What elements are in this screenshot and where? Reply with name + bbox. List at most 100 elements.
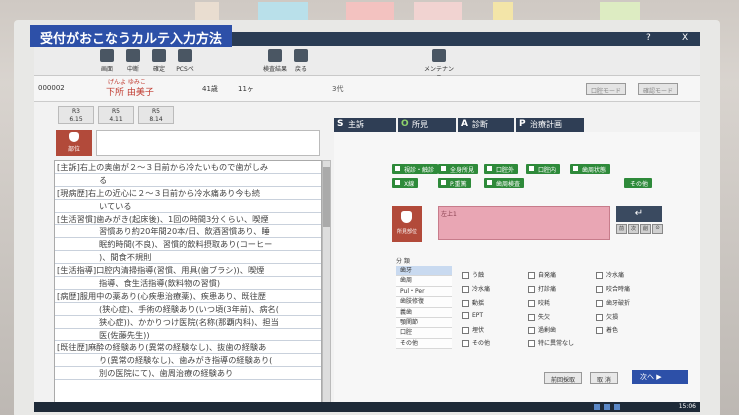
toolbar-screen-button[interactable]: 画面 [94, 49, 120, 73]
finding-p-severe-button[interactable]: P.重篤 [438, 178, 471, 188]
notes-scrollbar[interactable] [322, 160, 331, 412]
enter-key-button[interactable]: ↵ [616, 206, 662, 222]
toolbar-confirm-button[interactable]: 確定 [146, 49, 172, 73]
visit-date[interactable]: R5 4.11 [98, 106, 134, 124]
finding-text-input[interactable]: 左上1 [438, 206, 610, 240]
maintenance-icon [432, 49, 446, 62]
taskbar-app-icon[interactable] [594, 404, 600, 410]
taskbar-app-icon[interactable] [604, 404, 610, 410]
check-item[interactable]: 冷水痛 [596, 270, 624, 279]
check-item[interactable]: 冷水痛 [462, 284, 490, 293]
check-item[interactable]: 歯牙破折 [596, 298, 630, 307]
check-item[interactable]: 失欠 [528, 312, 550, 321]
note-line: [現病歴]右上の近心に２～３日前から冷水痛あり今も続 [55, 187, 321, 200]
confirm-mode-button[interactable]: 確認モード [638, 83, 679, 95]
chevron-right-icon: ▶ [656, 373, 662, 381]
check-item[interactable]: 欠損 [596, 312, 618, 321]
taskbar-app-icon[interactable] [614, 404, 620, 410]
tooth-icon [69, 132, 79, 142]
delete-key[interactable]: 削 [640, 224, 651, 234]
check-item[interactable]: その他 [462, 338, 490, 347]
note-line: いている [55, 200, 321, 213]
monitor-icon [100, 49, 114, 62]
app-screen: ? X 画面 中断 確定 PCSペ 検査結果 戻る メンテナンス 000002 … [34, 32, 700, 412]
monitor-bezel: ? X 画面 中断 確定 PCSペ 検査結果 戻る メンテナンス 000002 … [14, 20, 720, 415]
check-icon [152, 49, 166, 62]
finding-xray-button[interactable]: X線 [392, 178, 419, 188]
category-item[interactable]: 義歯 [396, 307, 452, 318]
printer-icon [268, 49, 282, 62]
note-line: [生活指導]口腔内清掃指導(習慣、用具(歯ブラシ))、喫煙 [55, 264, 321, 278]
tab-p[interactable]: P 治療計画 [516, 118, 584, 132]
check-item[interactable]: う蝕 [462, 270, 484, 279]
check-item[interactable]: 動揺 [462, 298, 484, 307]
patient-generation: 3代 [332, 85, 344, 93]
note-line: 眠約時間(不良)、習慣的飲料摂取あり(コーヒー [55, 238, 321, 252]
toolbar-pause-button[interactable]: 中断 [120, 49, 146, 73]
category-item[interactable]: 歯周 [396, 276, 452, 287]
tab-o[interactable]: O 所見 [398, 118, 456, 132]
scroll-thumb[interactable] [323, 167, 330, 227]
check-item[interactable]: 咬耗 [528, 298, 550, 307]
cancel-button[interactable]: 取 消 [590, 372, 618, 384]
finding-other-button[interactable]: その他 [624, 178, 653, 188]
category-item[interactable]: 顎関節 [396, 317, 452, 329]
help-button[interactable]: ? [646, 33, 651, 43]
note-line: 狭心症))、かかりつけ医院(名称(那覇内科)、担当 [55, 316, 321, 329]
finding-extraoral-button[interactable]: 口腔外 [484, 164, 519, 174]
category-item[interactable]: 口腔 [396, 328, 452, 339]
toolbar-back-button[interactable]: 戻る [288, 49, 314, 73]
visit-date[interactable]: R3 6.15 [58, 106, 94, 124]
check-item[interactable]: 自発痛 [528, 270, 556, 279]
toolbar: 画面 中断 確定 PCSペ 検査結果 戻る メンテナンス [34, 46, 700, 82]
category-item[interactable]: Pul・Per [396, 286, 452, 298]
tooth-icon [401, 211, 412, 223]
check-item[interactable]: 打診痛 [528, 284, 556, 293]
patient-age: 41歳 [202, 85, 218, 93]
tooth-site-field[interactable] [96, 130, 320, 156]
check-item[interactable]: 着色 [596, 325, 618, 334]
check-item[interactable]: EPT [462, 312, 483, 319]
check-item[interactable]: 過剰歯 [528, 325, 556, 334]
video-caption: 受付がおこなうカルテ入力方法 [30, 25, 233, 47]
finding-periodontal-button[interactable]: 歯周状態 [570, 164, 611, 174]
note-line: [生活習慣]歯みがき(起床後)、1回の時間3分くらい、喫煙 [55, 213, 321, 226]
note-line: 習慣あり約20年間20本/日、飲酒習慣あり、睡 [55, 225, 321, 239]
patient-id: 000002 [38, 84, 65, 92]
tab-a[interactable]: A 診断 [458, 118, 514, 132]
finding-site-button[interactable]: 所見部位 [392, 206, 422, 242]
check-item[interactable]: 咬合時痛 [596, 284, 630, 293]
close-button[interactable]: X [682, 33, 688, 43]
finding-visual-button[interactable]: 視診・触診 [392, 164, 439, 174]
back-arrow-icon [294, 49, 308, 62]
check-item[interactable]: 特に異常なし [528, 338, 574, 347]
pause-icon [126, 49, 140, 62]
patient-name: 下所 由美子 [106, 88, 154, 98]
toolbar-results-button[interactable]: 検査結果 [262, 49, 288, 73]
tab-s[interactable]: S 主訴 [334, 118, 396, 132]
note-line: 指導、食生活指導(飲料物の習慣) [55, 277, 321, 290]
visit-date[interactable]: R5 8.14 [138, 106, 174, 124]
check-item[interactable]: 埋伏 [462, 325, 484, 334]
tooth-site-button[interactable]: 部位 [56, 130, 92, 156]
note-line: )、間食不規則 [55, 251, 321, 265]
chart-notes-panel[interactable]: [主訴]右上の奥歯が２～３日前から冷たいもので歯がしみる [現病歴]右上の近心に２… [54, 160, 322, 412]
note-line: 医(佐藤先生)) [55, 329, 321, 342]
category-item[interactable]: 歯肢修復 [396, 297, 452, 308]
note-line: [既往歴]麻酔の経験あり(異常の経験なし)、抜歯の経験あ [55, 341, 321, 355]
prev-record-button[interactable]: 前回採取 [544, 372, 583, 384]
clock-key[interactable]: ⊙ [652, 224, 663, 234]
prev-key[interactable]: 前 [616, 224, 627, 234]
next-key[interactable]: 次 [628, 224, 639, 234]
toolbar-pcs-button[interactable]: PCSペ [172, 49, 198, 73]
finding-systemic-button[interactable]: 全身所見 [438, 164, 479, 174]
category-item[interactable]: 歯牙 [396, 266, 452, 277]
category-item[interactable]: その他 [396, 338, 452, 350]
note-line: [病歴]服用中の薬あり(心疾患治療薬)、疾患あり、既往歴 [55, 290, 321, 303]
oral-mode-button[interactable]: 口腔モード [586, 83, 627, 95]
category-title: 分 類 [396, 258, 410, 265]
finding-intraoral-button[interactable]: 口腔内 [526, 164, 561, 174]
finding-perio-exam-button[interactable]: 歯周検査 [484, 178, 525, 188]
next-button[interactable]: 次へ ▶ [632, 370, 688, 384]
note-line: (狭心症)、手術の経験あり(いつ頃(3年前)、病名( [55, 303, 321, 316]
